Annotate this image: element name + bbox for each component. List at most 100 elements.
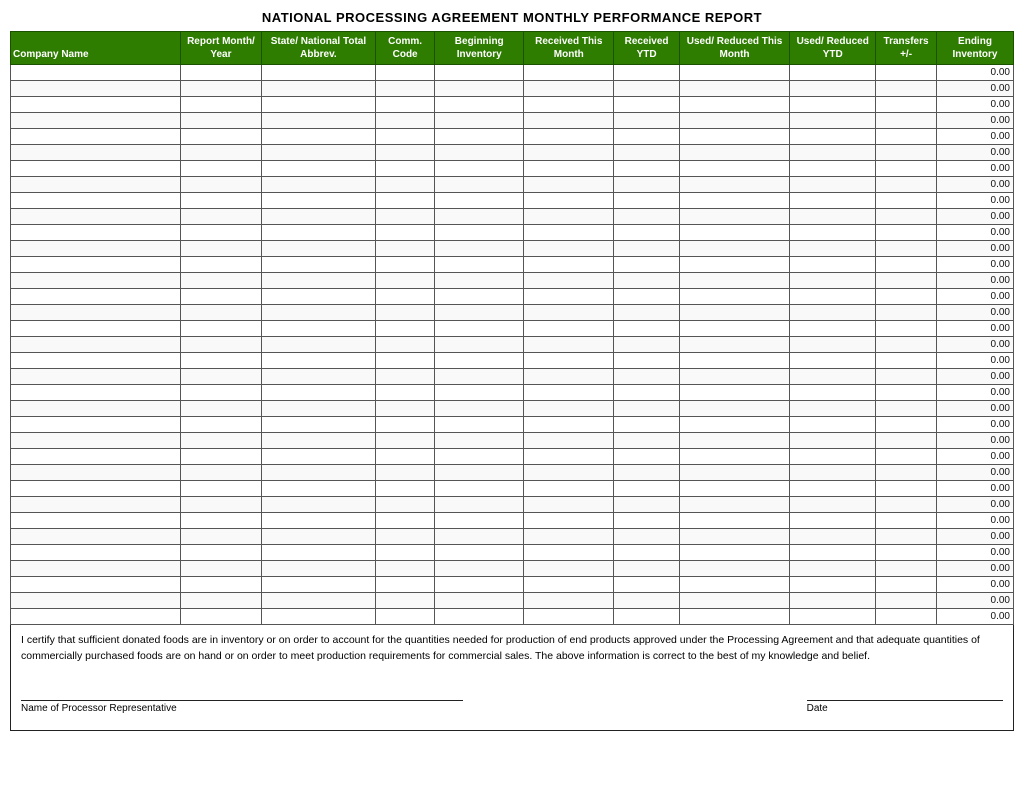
table-row[interactable]: 0.00 [11, 81, 1014, 97]
comm-code-cell[interactable] [375, 609, 434, 625]
state-national-cell[interactable] [261, 161, 375, 177]
table-row[interactable]: 0.00 [11, 609, 1014, 625]
used-reduced-ytd-cell[interactable] [790, 561, 876, 577]
table-row[interactable]: 0.00 [11, 305, 1014, 321]
table-row[interactable]: 0.00 [11, 113, 1014, 129]
ending-inventory-cell[interactable]: 0.00 [936, 545, 1013, 561]
table-row[interactable]: 0.00 [11, 273, 1014, 289]
ending-inventory-cell[interactable]: 0.00 [936, 449, 1013, 465]
report-month-cell[interactable] [181, 417, 262, 433]
comm-code-cell[interactable] [375, 497, 434, 513]
transfers-cell[interactable] [876, 177, 937, 193]
comm-code-cell[interactable] [375, 305, 434, 321]
comm-code-cell[interactable] [375, 449, 434, 465]
comm-code-cell[interactable] [375, 593, 434, 609]
report-month-cell[interactable] [181, 241, 262, 257]
transfers-cell[interactable] [876, 81, 937, 97]
report-month-cell[interactable] [181, 353, 262, 369]
report-month-cell[interactable] [181, 465, 262, 481]
state-national-cell[interactable] [261, 561, 375, 577]
ending-inventory-cell[interactable]: 0.00 [936, 289, 1013, 305]
company-name-cell[interactable] [11, 129, 181, 145]
company-name-cell[interactable] [11, 193, 181, 209]
transfers-cell[interactable] [876, 529, 937, 545]
ending-inventory-cell[interactable]: 0.00 [936, 129, 1013, 145]
transfers-cell[interactable] [876, 385, 937, 401]
report-month-cell[interactable] [181, 433, 262, 449]
used-reduced-ytd-cell[interactable] [790, 385, 876, 401]
report-month-cell[interactable] [181, 561, 262, 577]
comm-code-cell[interactable] [375, 129, 434, 145]
company-name-cell[interactable] [11, 81, 181, 97]
comm-code-cell[interactable] [375, 97, 434, 113]
state-national-cell[interactable] [261, 369, 375, 385]
received-this-month-cell[interactable] [524, 417, 614, 433]
beginning-inventory-cell[interactable] [435, 337, 524, 353]
comm-code-cell[interactable] [375, 289, 434, 305]
used-reduced-ytd-cell[interactable] [790, 145, 876, 161]
used-reduced-ytd-cell[interactable] [790, 305, 876, 321]
beginning-inventory-cell[interactable] [435, 177, 524, 193]
beginning-inventory-cell[interactable] [435, 609, 524, 625]
company-name-cell[interactable] [11, 305, 181, 321]
transfers-cell[interactable] [876, 145, 937, 161]
report-month-cell[interactable] [181, 337, 262, 353]
beginning-inventory-cell[interactable] [435, 65, 524, 81]
beginning-inventory-cell[interactable] [435, 417, 524, 433]
company-name-cell[interactable] [11, 113, 181, 129]
comm-code-cell[interactable] [375, 177, 434, 193]
used-reduced-this-month-cell[interactable] [679, 161, 789, 177]
received-ytd-cell[interactable] [614, 113, 680, 129]
report-month-cell[interactable] [181, 193, 262, 209]
table-row[interactable]: 0.00 [11, 449, 1014, 465]
ending-inventory-cell[interactable]: 0.00 [936, 497, 1013, 513]
received-this-month-cell[interactable] [524, 497, 614, 513]
used-reduced-ytd-cell[interactable] [790, 433, 876, 449]
report-month-cell[interactable] [181, 305, 262, 321]
used-reduced-ytd-cell[interactable] [790, 417, 876, 433]
used-reduced-this-month-cell[interactable] [679, 289, 789, 305]
comm-code-cell[interactable] [375, 433, 434, 449]
state-national-cell[interactable] [261, 513, 375, 529]
used-reduced-this-month-cell[interactable] [679, 305, 789, 321]
company-name-cell[interactable] [11, 353, 181, 369]
comm-code-cell[interactable] [375, 273, 434, 289]
used-reduced-ytd-cell[interactable] [790, 353, 876, 369]
beginning-inventory-cell[interactable] [435, 449, 524, 465]
table-row[interactable]: 0.00 [11, 417, 1014, 433]
received-this-month-cell[interactable] [524, 401, 614, 417]
comm-code-cell[interactable] [375, 577, 434, 593]
beginning-inventory-cell[interactable] [435, 465, 524, 481]
used-reduced-ytd-cell[interactable] [790, 481, 876, 497]
beginning-inventory-cell[interactable] [435, 385, 524, 401]
received-ytd-cell[interactable] [614, 529, 680, 545]
comm-code-cell[interactable] [375, 241, 434, 257]
transfers-cell[interactable] [876, 337, 937, 353]
used-reduced-this-month-cell[interactable] [679, 337, 789, 353]
beginning-inventory-cell[interactable] [435, 529, 524, 545]
received-ytd-cell[interactable] [614, 369, 680, 385]
ending-inventory-cell[interactable]: 0.00 [936, 529, 1013, 545]
received-ytd-cell[interactable] [614, 337, 680, 353]
report-month-cell[interactable] [181, 65, 262, 81]
received-ytd-cell[interactable] [614, 97, 680, 113]
received-ytd-cell[interactable] [614, 273, 680, 289]
company-name-cell[interactable] [11, 321, 181, 337]
company-name-cell[interactable] [11, 65, 181, 81]
company-name-cell[interactable] [11, 529, 181, 545]
state-national-cell[interactable] [261, 145, 375, 161]
used-reduced-ytd-cell[interactable] [790, 497, 876, 513]
comm-code-cell[interactable] [375, 545, 434, 561]
ending-inventory-cell[interactable]: 0.00 [936, 145, 1013, 161]
used-reduced-this-month-cell[interactable] [679, 465, 789, 481]
state-national-cell[interactable] [261, 577, 375, 593]
used-reduced-this-month-cell[interactable] [679, 545, 789, 561]
ending-inventory-cell[interactable]: 0.00 [936, 481, 1013, 497]
used-reduced-this-month-cell[interactable] [679, 81, 789, 97]
beginning-inventory-cell[interactable] [435, 129, 524, 145]
received-this-month-cell[interactable] [524, 305, 614, 321]
table-row[interactable]: 0.00 [11, 401, 1014, 417]
table-row[interactable]: 0.00 [11, 257, 1014, 273]
state-national-cell[interactable] [261, 225, 375, 241]
received-ytd-cell[interactable] [614, 161, 680, 177]
